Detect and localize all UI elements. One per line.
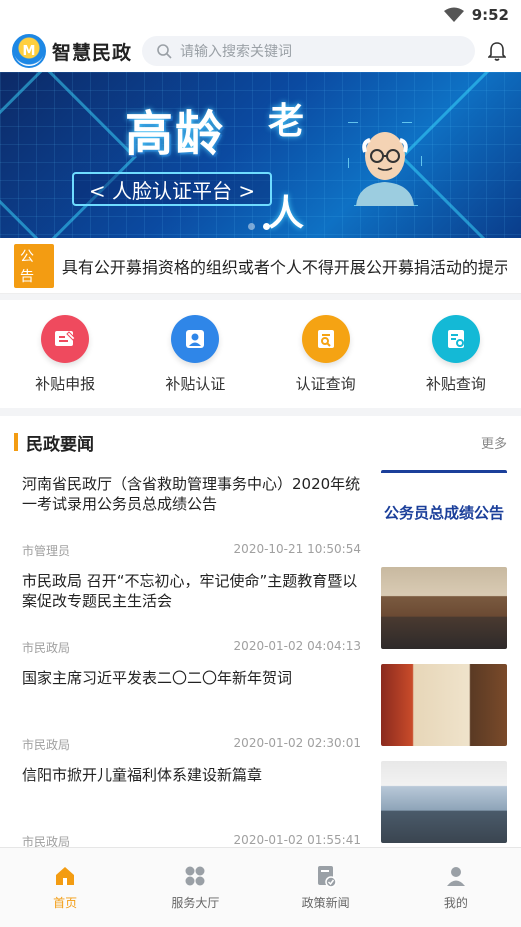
tab-label: 政策新闻 <box>301 896 350 910</box>
app-logo: M 智慧民政 <box>12 34 132 68</box>
notification-bell-icon[interactable] <box>485 39 509 63</box>
tab-label: 我的 <box>443 896 468 910</box>
news-section-title: 民政要闻 <box>14 430 94 455</box>
news-header: 民政要闻 更多 <box>0 416 521 468</box>
news-item-time: 2020-01-02 02:30:01 <box>233 736 361 750</box>
quick-action-auth-query[interactable]: 认证查询 <box>276 314 376 394</box>
list-search-icon <box>431 314 480 363</box>
face-scan-icon <box>171 314 220 363</box>
title-accent-bar <box>14 433 18 451</box>
news-thumbnail: 公务员总成绩公告 <box>381 470 507 552</box>
tab-label: 服务大厅 <box>171 896 220 910</box>
quick-actions: 补贴申报 补贴认证 认证查询 补贴查询 <box>0 300 521 408</box>
news-item-source: 市管理员 <box>22 544 71 558</box>
news-item-title: 市民政局 召开“不忘初心，牢记使命”主题教育暨以案促改专题民主生活会 <box>22 572 358 610</box>
news-item[interactable]: 市民政局 召开“不忘初心，牢记使命”主题教育暨以案促改专题民主生活会 市民政局 … <box>0 565 521 662</box>
banner-title-side-top: 老 <box>268 101 305 142</box>
quick-action-label: 补贴申报 <box>35 374 96 393</box>
tab-service-hall[interactable]: 服务大厅 <box>145 864 245 911</box>
announcement-text[interactable]: 具有公开募捐资格的组织或者个人不得开展公开募捐活动的提示 <box>62 254 507 278</box>
carousel-dot-active[interactable] <box>263 223 270 230</box>
news-section: 民政要闻 更多 河南省民政厅（含省救助管理事务中心）2020年统一考试录用公务员… <box>0 416 521 853</box>
news-thumb-text: 公务员总成绩公告 <box>383 504 504 522</box>
status-bar: 9:52 <box>0 0 521 30</box>
app-name: 智慧民政 <box>52 41 133 64</box>
app-header: M 智慧民政 请输入搜索关键词 <box>0 30 521 72</box>
announcement-bar[interactable]: 公告 具有公开募捐资格的组织或者个人不得开展公开募捐活动的提示 <box>0 238 521 294</box>
user-icon <box>446 867 465 886</box>
news-item-title: 河南省民政厅（含省救助管理事务中心）2020年统一考试录用公务员总成绩公告 <box>22 475 361 513</box>
quick-action-label: 补贴查询 <box>425 374 486 393</box>
carousel-dot[interactable] <box>248 223 255 230</box>
search-input[interactable]: 请输入搜索关键词 <box>142 36 475 66</box>
news-item-source: 市民政局 <box>22 641 71 655</box>
elderly-man-illustration <box>348 122 422 206</box>
news-item-time: 2020-01-02 04:04:13 <box>233 639 361 653</box>
carousel-indicator <box>248 223 270 230</box>
more-link[interactable]: 更多 <box>481 433 507 452</box>
news-item-source: 市民政局 <box>22 738 71 752</box>
bottom-tab-bar: 首页 服务大厅 政策新闻 我的 <box>0 847 521 927</box>
announcement-tag: 公告 <box>14 243 54 288</box>
wifi-icon <box>443 7 464 22</box>
tab-label: 首页 <box>53 896 78 910</box>
news-thumbnail-conference-photo <box>381 761 507 843</box>
news-thumbnail-meeting-photo <box>381 567 507 649</box>
quick-action-label: 补贴认证 <box>165 374 226 393</box>
search-placeholder: 请输入搜索关键词 <box>180 44 293 60</box>
quick-action-subsidy-query[interactable]: 补贴查询 <box>406 314 506 394</box>
quick-action-subsidy-auth[interactable]: 补贴认证 <box>145 314 245 394</box>
logo-badge-icon: M <box>12 34 46 68</box>
news-item-title: 国家主席习近平发表二〇二〇年新年贺词 <box>22 669 293 687</box>
news-item[interactable]: 河南省民政厅（含省救助管理事务中心）2020年统一考试录用公务员总成绩公告 市管… <box>0 468 521 565</box>
tab-home[interactable]: 首页 <box>15 864 115 911</box>
apps-icon <box>185 866 205 886</box>
news-title-text: 民政要闻 <box>26 434 94 455</box>
quick-action-label: 认证查询 <box>295 374 356 393</box>
news-item-title: 信阳市掀开儿童福利体系建设新篇章 <box>22 766 263 784</box>
news-item-time: 2020-10-21 10:50:54 <box>233 542 361 556</box>
banner-carousel[interactable]: 高龄 老 人 < 人脸认证平台 > <box>0 72 521 238</box>
news-item[interactable]: 国家主席习近平发表二〇二〇年新年贺词 市民政局 2020-01-02 02:30… <box>0 662 521 759</box>
search-icon <box>157 44 172 59</box>
quick-action-subsidy-apply[interactable]: 补贴申报 <box>15 314 115 394</box>
form-icon <box>41 314 90 363</box>
news-thumbnail-speech-photo <box>381 664 507 746</box>
tab-profile[interactable]: 我的 <box>406 864 506 911</box>
home-icon <box>56 867 75 885</box>
news-item[interactable]: 信阳市掀开儿童福利体系建设新篇章 市民政局 2020-01-02 01:55:4… <box>0 759 521 856</box>
status-time: 9:52 <box>471 6 509 24</box>
search-doc-icon <box>301 314 350 363</box>
tab-policy-news[interactable]: 政策新闻 <box>276 864 376 911</box>
document-check-icon <box>317 866 337 888</box>
banner-title-main: 高龄 <box>125 106 226 162</box>
banner-title-side-bottom: 人 <box>268 193 305 234</box>
banner-subtitle: < 人脸认证平台 > <box>72 172 272 206</box>
